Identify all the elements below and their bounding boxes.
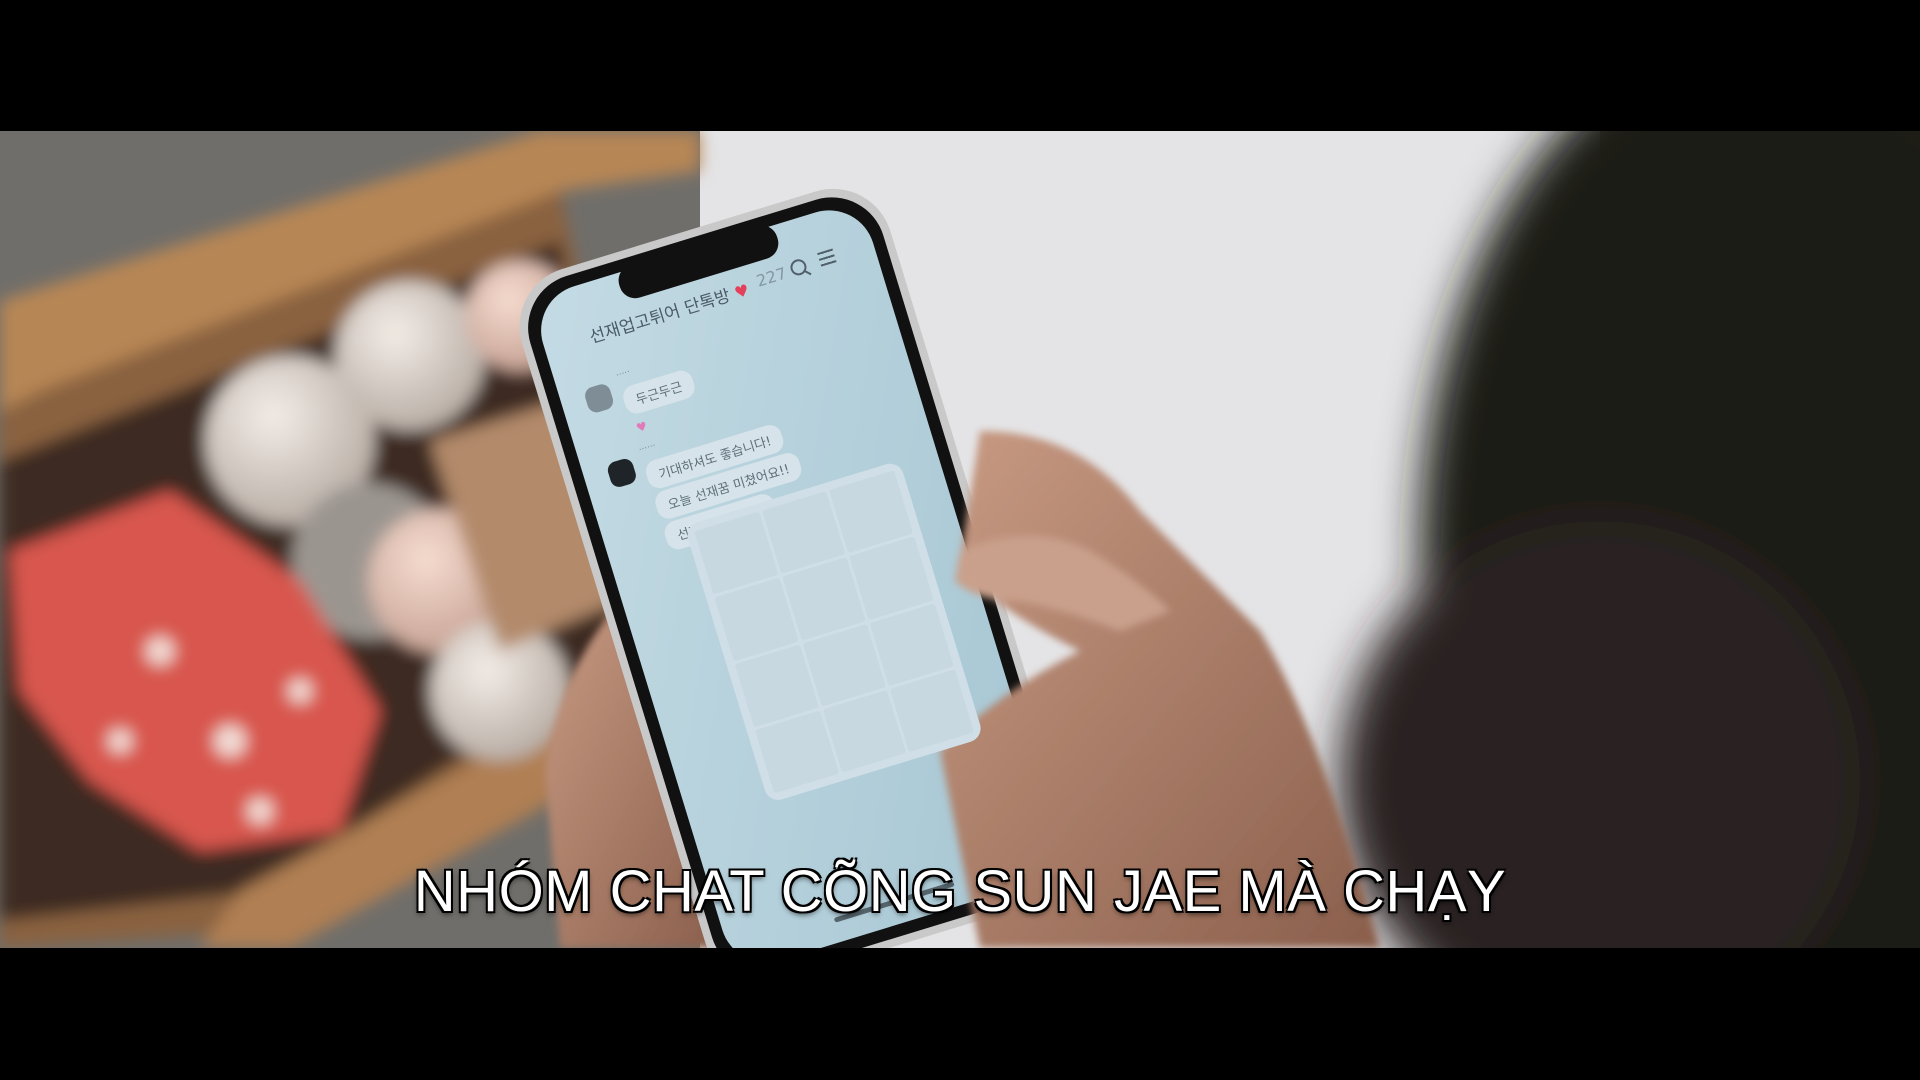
video-scene [0,131,1920,948]
member-count: 227 [754,263,789,291]
menu-icon [817,248,837,267]
chat-bubble: 두근두근 [620,367,698,417]
chat-room-title: 선재업고튀어 단톡방 ♥ [587,280,752,348]
scene-illustration [0,131,1920,948]
heart-reaction-icon: ♥ [634,418,649,436]
avatar [605,456,639,490]
video-frame: 선재업고튀어 단톡방 ♥ 227 ····· 두근두근 ♥ ······ 기대하… [0,0,1920,1080]
search-icon [788,257,809,278]
sender-name: ····· [614,367,632,382]
sender-name: ······ [637,441,658,456]
avatar [582,382,616,415]
letterbox-top [0,0,1920,131]
video-subtitle: NHÓM CHAT CÕNG SUN JAE MÀ CHẠY [413,859,1507,924]
letterbox-bottom [0,948,1920,1080]
heart-icon: ♥ [732,280,752,303]
